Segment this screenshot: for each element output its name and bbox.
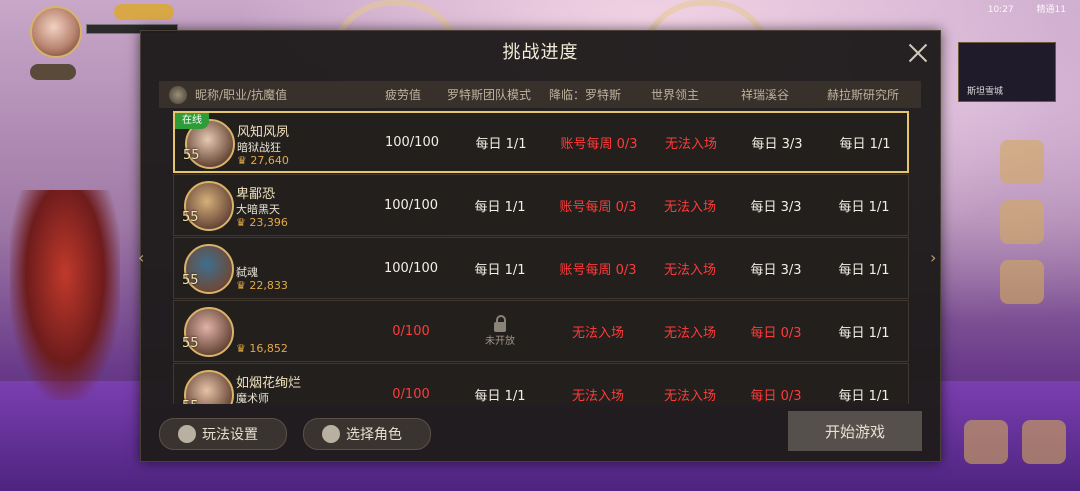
side-menu-button[interactable]	[1000, 260, 1044, 304]
locked-label: 未开放	[485, 335, 515, 347]
cell-xiangrui: 每日 3/3	[750, 199, 802, 215]
gameplay-settings-button[interactable]: 玩法设置	[159, 418, 287, 450]
character-level: 55	[182, 273, 199, 288]
character-name: 风知风夙	[237, 125, 290, 140]
character-power: ♛ 22,833	[236, 279, 288, 292]
challenge-progress-dialog: 挑战进度 昵称/职业/抗魔值 疲劳值 罗特斯团队模式 降临：罗特斯 世界领主 祥…	[140, 30, 941, 462]
character-row[interactable]: 55 ♛ 16,852 0/100 未开放 无法入场 无法入场 每日 0/3 每日 1/1	[173, 300, 909, 362]
side-menu-button[interactable]	[1000, 200, 1044, 244]
status-time: 10:27	[987, 5, 1014, 15]
character-level: 55	[182, 399, 199, 404]
cell-xiangrui: 每日 3/3	[750, 262, 802, 278]
col-header-rotes-team: 罗特斯团队模式	[446, 88, 531, 102]
character-icon	[322, 425, 340, 443]
select-role-label: 选择角色	[346, 427, 402, 443]
player-avatar[interactable]	[30, 6, 82, 58]
minimap[interactable]: 斯坦雪城	[958, 42, 1056, 102]
cell-rotes-team: 每日 1/1	[474, 388, 526, 404]
character-job: 大暗黑天	[236, 203, 280, 216]
start-game-button[interactable]: 开始游戏	[788, 411, 922, 451]
character-list: 55 在线风知风夙 暗狱战狂 ♛ 27,640 100/100 每日 1/1 账号每周 0/…	[173, 111, 909, 404]
character-job: 魔术师	[236, 392, 269, 404]
side-menu-button[interactable]	[1000, 140, 1044, 184]
cell-fatigue: 0/100	[392, 323, 430, 339]
cell-rotes-descent: 无法入场	[571, 325, 624, 341]
cell-world-boss: 无法入场	[664, 136, 717, 152]
col-header-rotes-descent: 降临：罗特斯	[548, 88, 621, 102]
chevron-right-icon[interactable]: ›	[930, 248, 936, 267]
cell-rotes-team: 每日 1/1	[475, 136, 527, 152]
dialog-title: 挑战进度	[502, 42, 579, 63]
close-icon[interactable]	[906, 41, 930, 65]
side-menu-button[interactable]	[964, 420, 1008, 464]
cell-rotes-descent: 无法入场	[571, 388, 624, 404]
currency-badge	[114, 4, 174, 20]
col-header-helasi: 赫拉斯研究所	[826, 88, 899, 102]
cell-fatigue: 0/100	[392, 386, 430, 402]
cell-rotes-descent: 账号每周 0/3	[559, 262, 637, 278]
minimap-label: 斯坦雪城	[967, 87, 1004, 97]
cell-xiangrui: 每日 0/3	[750, 388, 802, 404]
character-job: 弑魂	[236, 266, 258, 279]
cell-fatigue: 100/100	[383, 197, 438, 213]
status-right: 精通11	[1036, 5, 1066, 15]
cell-rotes-descent: 账号每周 0/3	[559, 199, 637, 215]
table-header: 昵称/职业/抗魔值 疲劳值 罗特斯团队模式 降临：罗特斯 世界领主 祥瑞溪谷 赫…	[159, 81, 921, 108]
character-row[interactable]: 55 卑鄙恐 大暗黑天 ♛ 23,396 100/100 每日 1/1 账号每周 0/3 无法…	[173, 174, 909, 236]
cell-world-boss: 无法入场	[663, 388, 716, 404]
cell-helasi: 每日 1/1	[838, 199, 890, 215]
online-badge: 在线	[175, 113, 209, 129]
col-header-name: 昵称/职业/抗魔值	[195, 88, 288, 102]
cell-helasi: 每日 1/1	[839, 136, 891, 152]
character-level: 55	[183, 148, 200, 163]
character-name: 卑鄙恐	[236, 187, 276, 202]
cell-helasi: 每日 1/1	[838, 388, 890, 404]
cell-helasi: 每日 1/1	[838, 325, 890, 341]
chevron-left-icon[interactable]: ‹	[138, 248, 144, 267]
lock-icon	[494, 314, 506, 332]
character-name: 如烟花绚烂	[236, 376, 302, 391]
character-level: 55	[182, 210, 199, 225]
background-character	[10, 190, 120, 400]
cell-helasi: 每日 1/1	[838, 262, 890, 278]
status-bar: 10:27 精通11	[988, 2, 1066, 15]
cell-fatigue: 100/100	[383, 260, 438, 276]
cell-xiangrui: 每日 3/3	[751, 136, 803, 152]
character-row[interactable]: 55 如烟花绚烂魔术师 0/100 每日 1/1 无法入场 无法入场 每日 0/3 每日 1/…	[173, 363, 909, 404]
side-menu-button[interactable]	[1022, 420, 1066, 464]
sort-icon	[169, 86, 187, 104]
gameplay-settings-label: 玩法设置	[202, 427, 258, 443]
character-power: ♛ 23,396	[236, 216, 288, 229]
col-header-fatigue: 疲劳值	[384, 88, 421, 102]
cell-fatigue: 100/100	[384, 134, 439, 150]
character-job: 暗狱战狂	[237, 141, 281, 154]
hud-menu-pill[interactable]	[30, 64, 76, 80]
cell-world-boss: 无法入场	[663, 199, 716, 215]
character-level: 55	[182, 336, 199, 351]
character-row[interactable]: 55 在线风知风夙 暗狱战狂 ♛ 27,640 100/100 每日 1/1 账号每周 0/…	[173, 111, 909, 173]
cell-rotes-descent: 账号每周 0/3	[560, 136, 638, 152]
gear-icon	[178, 425, 196, 443]
cell-rotes-team: 每日 1/1	[474, 199, 526, 215]
cell-world-boss: 无法入场	[663, 262, 716, 278]
col-header-world-boss: 世界领主	[650, 88, 699, 102]
cell-world-boss: 无法入场	[663, 325, 716, 341]
locked-cell: 未开放	[452, 301, 548, 361]
cell-rotes-team: 每日 1/1	[474, 262, 526, 278]
cell-xiangrui: 每日 0/3	[750, 325, 802, 341]
character-power: ♛ 27,640	[237, 154, 289, 167]
character-row[interactable]: 55 弑魂 ♛ 22,833 100/100 每日 1/1 账号每周 0/3 无法入场 每日 …	[173, 237, 909, 299]
col-header-xiangrui: 祥瑞溪谷	[740, 88, 789, 102]
select-role-button[interactable]: 选择角色	[303, 418, 431, 450]
character-power: ♛ 16,852	[236, 342, 288, 355]
